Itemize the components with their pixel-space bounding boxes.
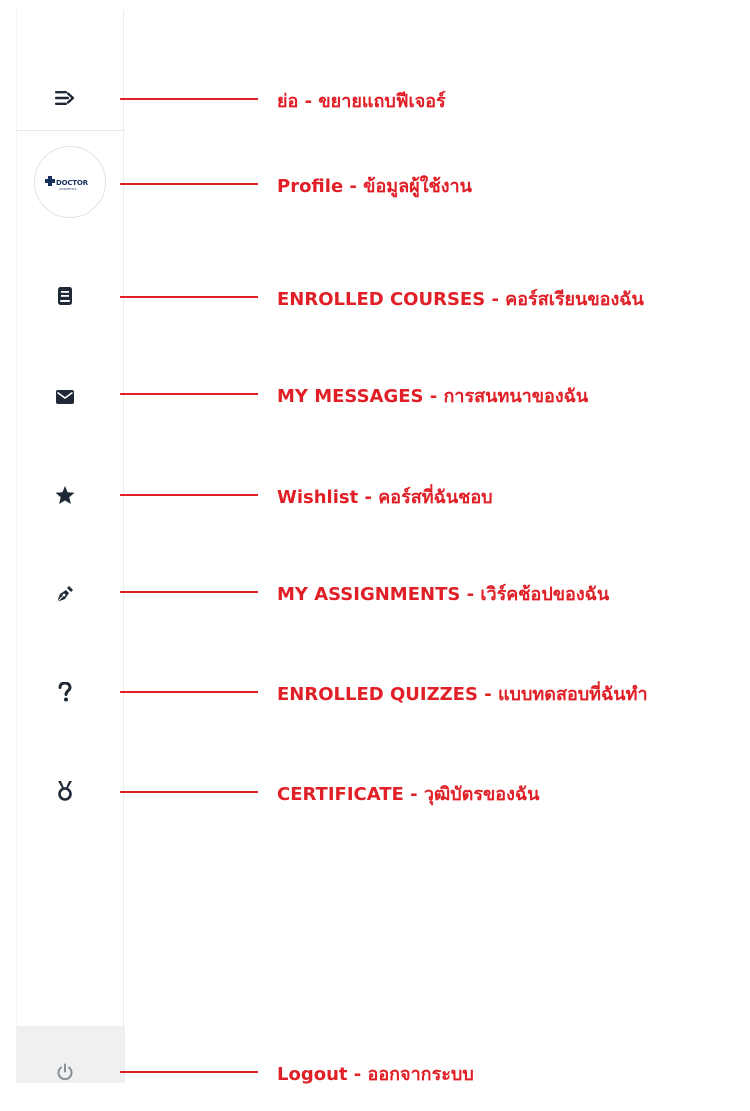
annotation-label-assignments: MY ASSIGNMENTS - เวิร์คช้อปของฉัน bbox=[277, 584, 610, 605]
annotation-line-toggle bbox=[120, 98, 258, 100]
annotation-label-wishlist: Wishlist - คอร์สที่ฉันชอบ bbox=[277, 487, 493, 508]
annotation-line-certificate bbox=[120, 791, 258, 793]
annotation-line-assignments bbox=[120, 591, 258, 593]
brand-cross-icon bbox=[45, 176, 55, 186]
pen-nib-icon[interactable] bbox=[54, 583, 76, 605]
annotation-line-wishlist bbox=[120, 494, 258, 496]
annotation-label-toggle: ย่อ - ขยายแถบฟีเจอร์ bbox=[277, 91, 446, 112]
annotation-label-profile: Profile - ข้อมูลผู้ใช้งาน bbox=[277, 176, 472, 197]
power-icon[interactable] bbox=[54, 1061, 76, 1083]
sidebar-divider bbox=[17, 130, 125, 131]
annotation-line-logout bbox=[120, 1071, 258, 1073]
avatar-brand-sub: COSMETICS bbox=[59, 187, 77, 191]
annotation-line-courses bbox=[120, 296, 258, 298]
annotation-label-quizzes: ENROLLED QUIZZES - แบบทดสอบที่ฉันทำ bbox=[277, 684, 648, 705]
book-icon[interactable] bbox=[54, 285, 76, 307]
annotation-label-logout: Logout - ออกจากระบบ bbox=[277, 1064, 474, 1085]
envelope-icon[interactable] bbox=[54, 386, 76, 408]
avatar-brand: DOCTOR bbox=[56, 179, 88, 187]
annotation-label-messages: MY MESSAGES - การสนทนาของฉัน bbox=[277, 386, 589, 407]
annotation-line-profile bbox=[120, 183, 258, 185]
annotation-label-certificate: CERTIFICATE - วุฒิบัตรของฉัน bbox=[277, 784, 540, 805]
sidebar-toggle-icon[interactable] bbox=[54, 87, 76, 109]
annotation-line-messages bbox=[120, 393, 258, 395]
annotation-label-courses: ENROLLED COURSES - คอร์สเรียนของฉัน bbox=[277, 289, 644, 310]
avatar[interactable]: DOCTOR COSMETICS bbox=[34, 146, 106, 218]
medal-icon[interactable] bbox=[54, 780, 76, 802]
question-mark-icon[interactable] bbox=[54, 681, 76, 703]
star-icon[interactable] bbox=[54, 484, 76, 506]
annotation-line-quizzes bbox=[120, 691, 258, 693]
